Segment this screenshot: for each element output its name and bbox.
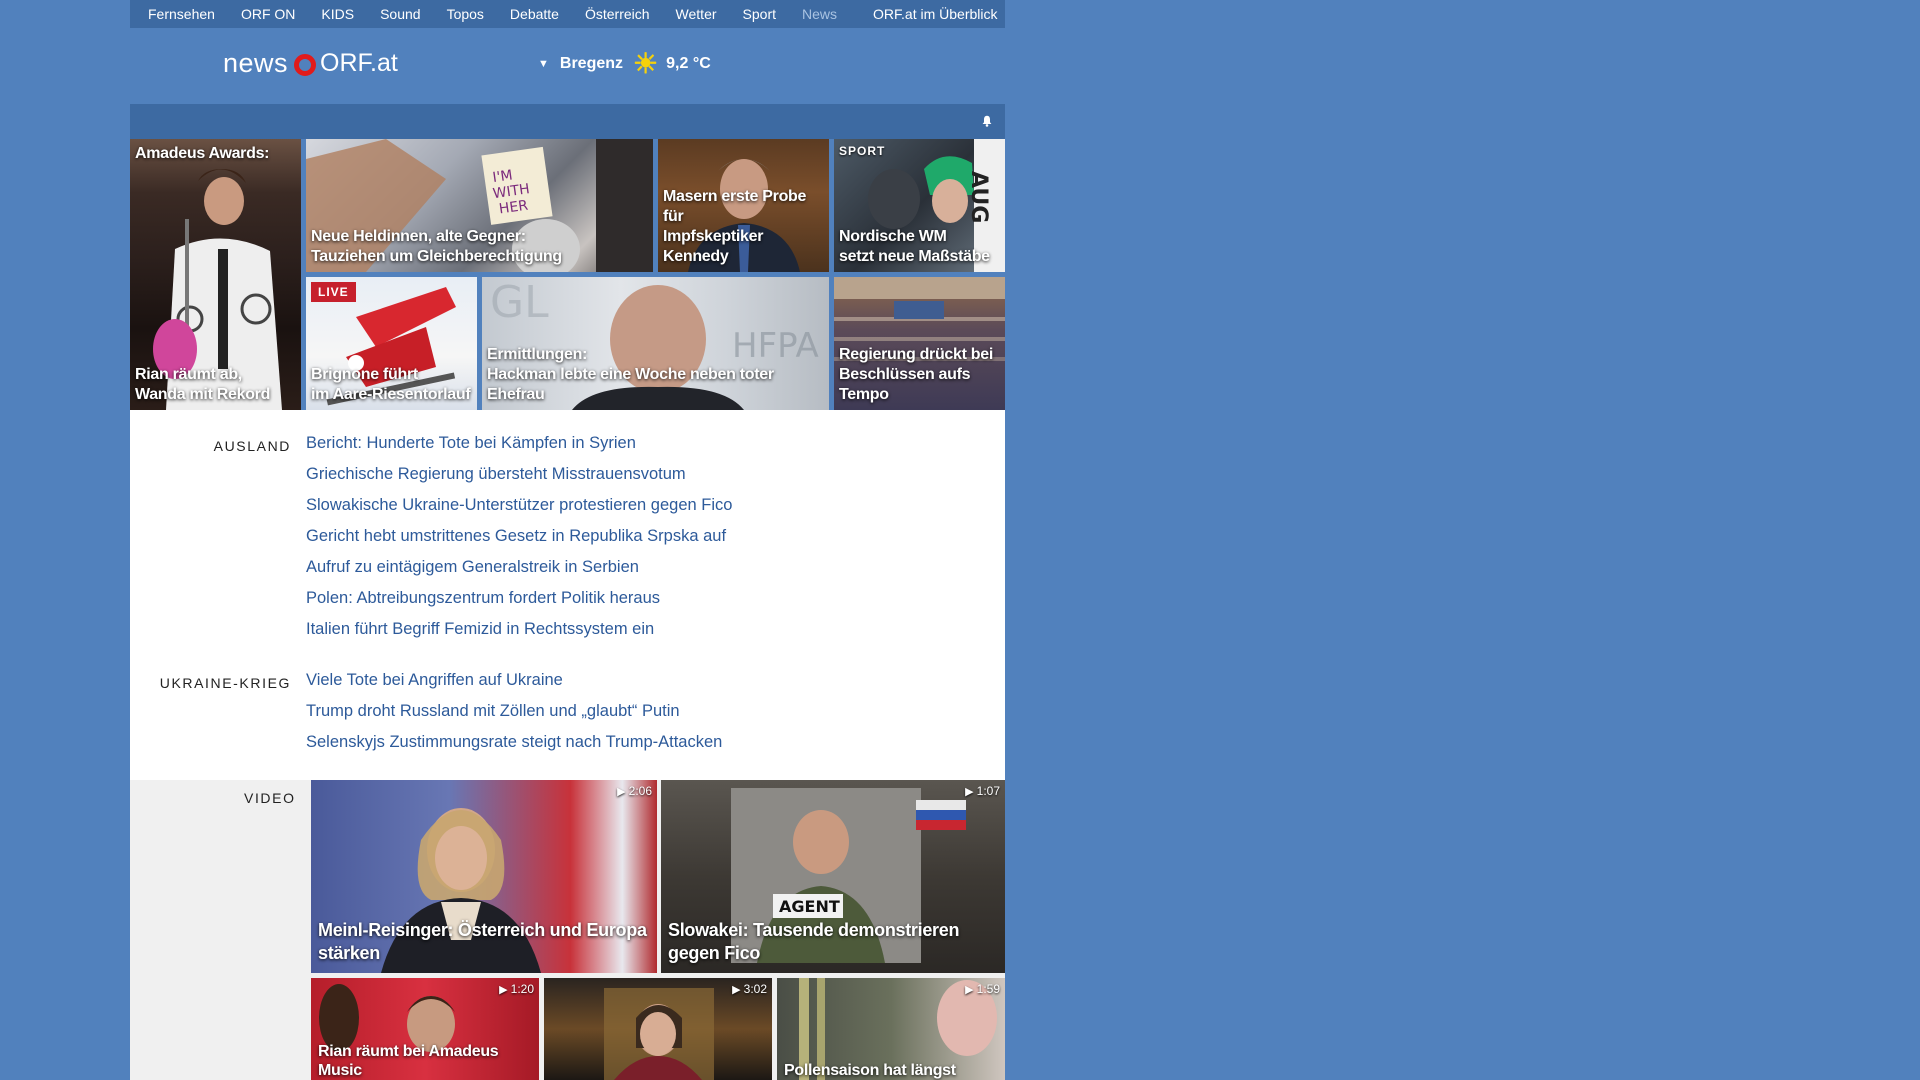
nav-debatte[interactable]: Debatte [510, 6, 559, 22]
teaser-amadeus-awards[interactable]: Amadeus Awards: Rian räumt ab, Wanda mit … [130, 139, 301, 410]
svg-text:AUG: AUG [966, 171, 991, 223]
video-duration: ▶ 1:07 [965, 784, 1000, 798]
nav-sport[interactable]: Sport [743, 6, 776, 22]
list-item: Slowakische Ukraine-Unterstützer protest… [306, 496, 732, 527]
news-orf-logo[interactable]: news ORF.at [223, 48, 398, 79]
teaser-nordische-wm[interactable]: AUG SPORT Nordische WM setzt neue Maßstäb… [834, 139, 1005, 272]
bell-icon[interactable] [981, 115, 993, 127]
headline-link[interactable]: Italien führt Begriff Femizid in Rechtss… [306, 620, 654, 638]
weather-city: Bregenz [559, 55, 624, 72]
orf-ring-icon [294, 53, 317, 76]
video-duration: ▶ 3:02 [732, 982, 767, 996]
nav-topos[interactable]: Topos [447, 6, 484, 22]
section-label: AUSLAND [213, 438, 291, 454]
nav-overview-link[interactable]: ORF.at im Überblick [873, 6, 997, 22]
nav-kids[interactable]: KIDS [321, 6, 354, 22]
headline-link[interactable]: Griechische Regierung übersteht Misstrau… [306, 465, 686, 483]
video-title: Slowakei: Tausende demonstrieren gegen F… [668, 920, 960, 963]
teaser-title: Regierung drückt bei Beschlüssen aufs Tem… [839, 346, 994, 403]
video-tile[interactable]: ▶ 2:06 Meinl-Reisinger: Österreich und Eu… [311, 780, 657, 973]
headline-link[interactable]: Gericht hebt umstrittenes Gesetz in Repu… [306, 527, 726, 545]
sun-icon: ☀ [633, 48, 659, 79]
video-tile[interactable]: ▶ 1:59 Pollensaison hat längst [777, 978, 1005, 1080]
list-item: Viele Tote bei Angriffen auf Ukraine [306, 671, 722, 702]
play-icon: ▶ [732, 984, 741, 996]
play-icon: ▶ [965, 984, 974, 996]
list-item: Griechische Regierung übersteht Misstrau… [306, 465, 732, 496]
teaser-heldinnen[interactable]: I'M WITH HER Neue Heldinnen, alte Gegner… [306, 139, 653, 272]
page: Fernsehen ORF ON KIDS Sound Topos Debatt… [130, 0, 1005, 1080]
video-duration: ▶ 1:20 [499, 982, 534, 996]
list-item: Trump droht Russland mit Zöllen und „gla… [306, 702, 722, 733]
list-item: Bericht: Hunderte Tote bei Kämpfen in Sy… [306, 434, 732, 465]
play-icon: ▶ [617, 786, 626, 798]
teaser-brignone[interactable]: LIVE Brignone führt im Aare-Riesentorlauf [306, 277, 477, 410]
dropdown-triangle-icon: ▼ [538, 58, 549, 70]
list-item: Selenskyjs Zustimmungsrate steigt nach T… [306, 733, 722, 764]
video-title: Meinl-Reisinger: Österreich und Europa s… [318, 920, 647, 963]
video-duration: ▶ 1:59 [965, 982, 1000, 996]
teaser-hackman[interactable]: GL HFPA Ermittlungen: Hackman lebte eine … [482, 277, 829, 410]
teaser-title: Ermittlungen: Hackman lebte eine Woche ne… [487, 346, 774, 403]
play-icon: ▶ [965, 786, 974, 798]
nav-orf-on[interactable]: ORF ON [241, 6, 295, 22]
teaser-title: Rian räumt ab, Wanda mit Rekord [135, 366, 271, 403]
video-title: Pollensaison hat längst [784, 1062, 956, 1079]
headline-link[interactable]: Slowakische Ukraine-Unterstützer protest… [306, 496, 732, 514]
section-label: VIDEO [244, 790, 296, 806]
video-tile[interactable]: AGENT ▶ 1:07 Slowakei: Tausende demonstri… [661, 780, 1005, 973]
section-label: UKRAINE-KRIEG [159, 675, 291, 691]
teaser-top-label: Amadeus Awards: [135, 145, 270, 162]
teaser-title: Brignone führt im Aare-Riesentorlauf [311, 366, 471, 403]
svg-text:GL: GL [490, 277, 549, 328]
headline-link[interactable]: Trump droht Russland mit Zöllen und „gla… [306, 702, 680, 720]
video-section: VIDEO ▶ 2:06 Meinl-Reisinger: Österreich … [130, 780, 1005, 1080]
headline-link[interactable]: Polen: Abtreibungszentrum fordert Politi… [306, 589, 660, 607]
notification-bar [130, 104, 1005, 139]
headline-link[interactable]: Aufruf zu eintägigem Generalstreik in Se… [306, 558, 639, 576]
nav-oesterreich[interactable]: Österreich [585, 6, 650, 22]
headline-list: Bericht: Hunderte Tote bei Kämpfen in Sy… [306, 434, 732, 651]
list-item: Aufruf zu eintägigem Generalstreik in Se… [306, 558, 732, 589]
weather-widget[interactable]: ▼ Bregenz ☀ 9,2 °C [538, 48, 711, 79]
list-item: Italien führt Begriff Femizid in Rechtss… [306, 620, 732, 651]
logo-news-text: news [223, 48, 289, 78]
list-item: Gericht hebt umstrittenes Gesetz in Repu… [306, 527, 732, 558]
headline-link[interactable]: Bericht: Hunderte Tote bei Kämpfen in Sy… [306, 434, 636, 452]
site-header: news ORF.at ▼ Bregenz ☀ 9,2 °C [130, 28, 1005, 104]
list-item: Polen: Abtreibungszentrum fordert Politi… [306, 589, 732, 620]
video-tile[interactable]: ▶ 1:20 Rian räumt bei Amadeus Music [311, 978, 539, 1080]
nav-fernsehen[interactable]: Fernsehen [148, 6, 215, 22]
svg-text:AGENT: AGENT [779, 897, 840, 916]
headline-link[interactable]: Viele Tote bei Angriffen auf Ukraine [306, 671, 563, 689]
teaser-masern[interactable]: Masern erste Probe für Impfskeptiker Kenn… [658, 139, 829, 272]
live-badge: LIVE [311, 282, 356, 302]
nav-news[interactable]: News [802, 6, 837, 22]
teaser-title: Nordische WM setzt neue Maßstäbe [839, 228, 990, 265]
teaser-grid: Amadeus Awards: Rian räumt ab, Wanda mit … [130, 139, 1005, 410]
logo-orf-text: ORF.at [320, 49, 398, 77]
headline-list: Viele Tote bei Angriffen auf Ukraine Tru… [306, 671, 722, 764]
video-title: Rian räumt bei Amadeus Music [318, 1043, 499, 1079]
news-list-area: AUSLAND Bericht: Hunderte Tote bei Kämpf… [130, 410, 1005, 780]
top-navigation: Fernsehen ORF ON KIDS Sound Topos Debatt… [130, 0, 1005, 28]
teaser-title: Masern erste Probe für Impfskeptiker Kenn… [663, 188, 807, 265]
headline-link[interactable]: Selenskyjs Zustimmungsrate steigt nach T… [306, 733, 722, 751]
video-tile[interactable]: ▶ 3:02 [544, 978, 772, 1080]
teaser-title: Neue Heldinnen, alte Gegner: Tauziehen um… [311, 228, 562, 265]
weather-temperature: 9,2 °C [666, 55, 711, 72]
teaser-kicker: SPORT [839, 144, 886, 158]
video-duration: ▶ 2:06 [617, 784, 652, 798]
nav-wetter[interactable]: Wetter [676, 6, 717, 22]
play-icon: ▶ [499, 984, 508, 996]
teaser-regierung[interactable]: Regierung drückt bei Beschlüssen aufs Tem… [834, 277, 1005, 410]
nav-sound[interactable]: Sound [380, 6, 420, 22]
